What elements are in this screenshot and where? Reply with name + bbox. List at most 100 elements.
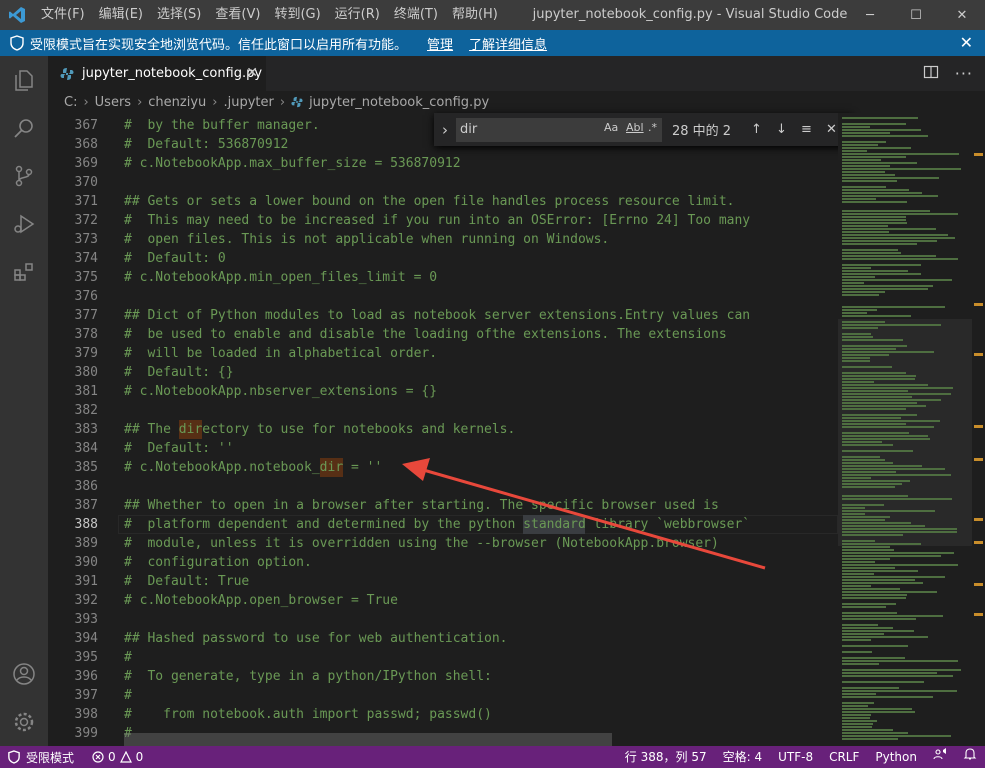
- minimap-line: [842, 141, 886, 143]
- extensions-icon[interactable]: [0, 248, 48, 296]
- menu-go[interactable]: 转到(G): [267, 0, 327, 30]
- minimap-line: [842, 474, 951, 476]
- use-regex-icon[interactable]: .*: [648, 121, 657, 134]
- code-line[interactable]: 391 # Default: True: [48, 572, 838, 591]
- minimap-line: [842, 237, 955, 239]
- code-line[interactable]: 398 # from notebook.auth import passwd; p…: [48, 705, 838, 724]
- menu-help[interactable]: 帮助(H): [445, 0, 505, 30]
- breadcrumb-jupyter[interactable]: .jupyter: [223, 95, 273, 110]
- search-icon[interactable]: [0, 104, 48, 152]
- code-line[interactable]: 377 ## Dict of Python modules to load as …: [48, 306, 838, 325]
- code-line[interactable]: 373 # open files. This is not applicable …: [48, 230, 838, 249]
- menu-selection[interactable]: 选择(S): [150, 0, 208, 30]
- banner-manage-link[interactable]: 管理: [427, 34, 453, 53]
- encoding[interactable]: UTF-8: [770, 746, 821, 768]
- minimap-line: [842, 186, 886, 188]
- feedback-icon[interactable]: [925, 746, 955, 768]
- notifications-bell-icon[interactable]: [955, 746, 985, 768]
- code-line[interactable]: 370: [48, 173, 838, 192]
- code-line[interactable]: 380 # Default: {}: [48, 363, 838, 382]
- find-input[interactable]: dir Aa Abl .*: [456, 117, 662, 142]
- explorer-icon[interactable]: [0, 56, 48, 104]
- toggle-replace-icon[interactable]: ›: [434, 121, 456, 139]
- end-of-line[interactable]: CRLF: [821, 746, 867, 768]
- breadcrumb-file[interactable]: jupyter_notebook_config.py: [309, 95, 489, 110]
- code-line[interactable]: 375 # c.NotebookApp.min_open_files_limit …: [48, 268, 838, 287]
- more-actions-icon[interactable]: ···: [955, 64, 973, 83]
- source-control-icon[interactable]: [0, 152, 48, 200]
- code-line[interactable]: 393: [48, 610, 838, 629]
- breadcrumb-user[interactable]: chenziyu: [148, 95, 206, 110]
- banner-learn-more-link[interactable]: 了解详细信息: [469, 34, 547, 53]
- minimap-line: [842, 606, 886, 608]
- code-line[interactable]: 390 # configuration option.: [48, 553, 838, 572]
- code-line[interactable]: 388 # platform dependent and determined b…: [48, 515, 838, 534]
- code-line[interactable]: 397 #: [48, 686, 838, 705]
- minimize-button[interactable]: ─: [847, 0, 893, 30]
- code-line[interactable]: 382: [48, 401, 838, 420]
- indentation[interactable]: 空格: 4: [715, 746, 771, 768]
- code-line[interactable]: 371 ## Gets or sets a lower bound on the …: [48, 192, 838, 211]
- code-line[interactable]: 374 # Default: 0: [48, 249, 838, 268]
- minimap-line: [842, 498, 952, 500]
- match-whole-word-icon[interactable]: Abl: [626, 121, 644, 134]
- minimap-line: [842, 333, 871, 335]
- code-line[interactable]: 392 # c.NotebookApp.open_browser = True: [48, 591, 838, 610]
- code-line[interactable]: 384 # Default: '': [48, 439, 838, 458]
- find-in-selection-icon[interactable]: ≡: [794, 118, 819, 142]
- minimap-line: [842, 285, 933, 287]
- python-file-icon: [60, 67, 74, 81]
- code-line[interactable]: 381 # c.NotebookApp.nbserver_extensions =…: [48, 382, 838, 401]
- close-window-button[interactable]: ✕: [939, 0, 985, 30]
- run-debug-icon[interactable]: [0, 200, 48, 248]
- settings-gear-icon[interactable]: [0, 698, 48, 746]
- menu-file[interactable]: 文件(F): [34, 0, 92, 30]
- code-line[interactable]: 394 ## Hashed password to use for web aut…: [48, 629, 838, 648]
- next-match-icon[interactable]: ↓: [769, 118, 794, 142]
- minimap-line: [842, 198, 876, 200]
- code-editor[interactable]: 367 # by the buffer manager. 368 # Default:…: [48, 113, 838, 746]
- breadcrumb-drive[interactable]: C:: [64, 95, 77, 110]
- menu-terminal[interactable]: 终端(T): [387, 0, 445, 30]
- minimap-line: [842, 696, 933, 698]
- line-number: 367: [74, 118, 98, 133]
- code-line[interactable]: 372 # This may need to be increased if yo…: [48, 211, 838, 230]
- code-line[interactable]: 395 #: [48, 648, 838, 667]
- code-line[interactable]: 385 # c.NotebookApp.notebook_dir = '': [48, 458, 838, 477]
- horizontal-scrollbar[interactable]: [124, 733, 612, 746]
- cursor-position[interactable]: 行 388，列 57: [617, 746, 715, 768]
- account-icon[interactable]: [0, 650, 48, 698]
- minimap-line: [842, 702, 874, 704]
- menu-edit[interactable]: 编辑(E): [92, 0, 150, 30]
- minimap-line: [842, 147, 911, 149]
- code-line[interactable]: 369 # c.NotebookApp.max_buffer_size = 536…: [48, 154, 838, 173]
- split-editor-icon[interactable]: [923, 64, 939, 84]
- menu-view[interactable]: 查看(V): [208, 0, 267, 30]
- code-line[interactable]: 378 # be used to enable and disable the l…: [48, 325, 838, 344]
- banner-close-icon[interactable]: ✕: [960, 30, 973, 56]
- language-mode[interactable]: Python: [867, 746, 925, 768]
- match-case-icon[interactable]: Aa: [604, 121, 618, 134]
- code-line[interactable]: 383 ## The directory to use for notebooks…: [48, 420, 838, 439]
- code-line[interactable]: 396 # To generate, type in a python/IPyth…: [48, 667, 838, 686]
- breadcrumb-users[interactable]: Users: [95, 95, 131, 110]
- problems-indicator[interactable]: 0 0: [92, 746, 143, 768]
- maximize-button[interactable]: ☐: [893, 0, 939, 30]
- minimap-line: [842, 162, 917, 164]
- code-line[interactable]: 387 ## Whether to open in a browser after…: [48, 496, 838, 515]
- minimap[interactable]: [838, 113, 972, 746]
- tab-jupyter-config[interactable]: jupyter_notebook_config.py ✕: [48, 56, 266, 91]
- line-number: 397: [74, 688, 98, 703]
- code-line[interactable]: 389 # module, unless it is overridden usi…: [48, 534, 838, 553]
- restricted-mode-indicator[interactable]: 受限模式: [0, 746, 83, 768]
- vscode-logo-icon: [0, 0, 34, 30]
- minimap-line: [842, 588, 900, 590]
- tab-close-icon[interactable]: ✕: [246, 56, 258, 91]
- previous-match-icon[interactable]: ↑: [744, 118, 769, 142]
- code-line[interactable]: 376: [48, 287, 838, 306]
- menu-run[interactable]: 运行(R): [328, 0, 387, 30]
- code-line[interactable]: 386: [48, 477, 838, 496]
- minimap-line: [842, 675, 953, 677]
- code-line[interactable]: 379 # will be loaded in alphabetical orde…: [48, 344, 838, 363]
- vertical-scrollbar[interactable]: [972, 113, 985, 746]
